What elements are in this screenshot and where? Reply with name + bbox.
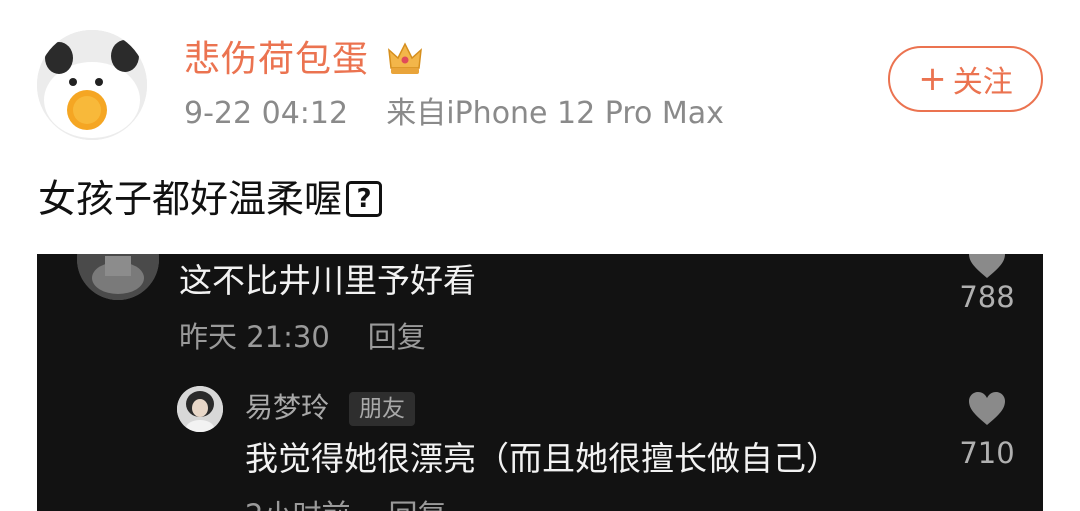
post-meta: 9-22 04:12 来自iPhone 12 Pro Max	[184, 95, 724, 133]
post-body: 女孩子都好温柔喔	[38, 177, 343, 221]
plus-icon: +	[918, 59, 947, 99]
post-timestamp: 9-22 04:12	[184, 96, 349, 131]
reply-author-name: 易梦玲	[245, 391, 330, 424]
follow-button[interactable]: + 关注	[888, 46, 1043, 112]
heart-icon	[967, 254, 1007, 280]
question-box-icon: ?	[346, 181, 383, 217]
comment-meta: 昨天 21:30 回复	[179, 318, 426, 356]
friend-badge: 朋友	[349, 392, 415, 426]
heart-icon	[967, 391, 1007, 427]
comment-time: 昨天 21:30	[179, 320, 330, 354]
post-text: 女孩子都好温柔喔 ?	[38, 175, 383, 223]
embedded-screenshot[interactable]: 这不比井川里予好看 昨天 21:30 回复 788 易梦玲 朋友 我觉得她很漂亮（…	[37, 254, 1043, 511]
avatar[interactable]	[37, 30, 147, 140]
reply-author-avatar	[177, 386, 223, 432]
comment-text: 这不比井川里予好看	[179, 261, 476, 300]
reply-text: 我觉得她很漂亮（而且她很擅长做自己）	[245, 439, 839, 478]
reply-like-count: 710	[959, 436, 1015, 470]
reply-reply-link: 回复	[388, 498, 446, 511]
follow-label: 关注	[952, 65, 1013, 100]
crown-icon	[385, 38, 425, 78]
commenter-avatar	[77, 254, 159, 300]
comment-reply-link: 回复	[367, 320, 426, 354]
username[interactable]: 悲伤荷包蛋	[184, 38, 369, 82]
reply-meta: 2小时前 回复	[245, 496, 446, 511]
comment-like-count: 788	[959, 280, 1015, 314]
post-source: 来自iPhone 12 Pro Max	[386, 96, 724, 131]
reply-time: 2小时前	[245, 498, 350, 511]
